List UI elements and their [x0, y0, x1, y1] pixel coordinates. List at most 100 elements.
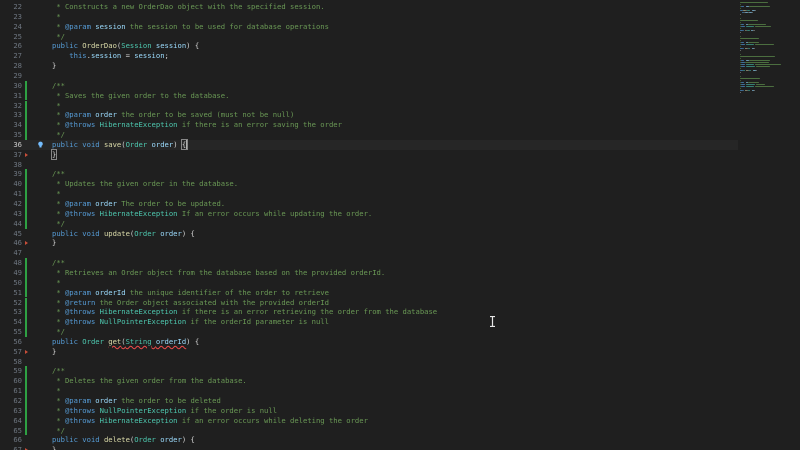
- modified-line-indicator[interactable]: [25, 100, 27, 111]
- code-text[interactable]: * Retrieves an Order object from the dat…: [52, 268, 385, 278]
- code-text[interactable]: */: [52, 130, 65, 140]
- code-line[interactable]: 64 * @throws HibernateException if an er…: [0, 415, 738, 426]
- code-line[interactable]: 66 public void delete(Order order) {: [0, 435, 738, 445]
- lightbulb-icon[interactable]: [37, 141, 44, 148]
- modified-line-indicator[interactable]: [25, 287, 27, 298]
- code-text[interactable]: * @throws HibernateException If an error…: [52, 209, 372, 219]
- code-line[interactable]: 27 this.session = session;: [0, 51, 738, 61]
- code-line[interactable]: 59 /**: [0, 366, 738, 377]
- code-line[interactable]: 24 * @param session the session to be us…: [0, 22, 738, 32]
- code-line[interactable]: 25 */: [0, 32, 738, 42]
- code-line[interactable]: 51 * @param orderId the unique identifie…: [0, 287, 738, 298]
- code-line[interactable]: 39 /**: [0, 169, 738, 180]
- code-line[interactable]: 29: [0, 71, 738, 81]
- code-text[interactable]: }: [52, 238, 56, 248]
- code-text[interactable]: * Updates the given order in the databas…: [52, 179, 238, 189]
- code-text[interactable]: * Deletes the given order from the datab…: [52, 376, 246, 386]
- modified-line-indicator[interactable]: [25, 317, 27, 328]
- code-line[interactable]: 23 *: [0, 12, 738, 22]
- modified-line-indicator[interactable]: [25, 425, 27, 436]
- code-text[interactable]: * @param orderId the unique identifier o…: [52, 288, 329, 298]
- code-text[interactable]: * @throws HibernateException if there is…: [52, 120, 342, 130]
- modified-line-indicator[interactable]: [25, 366, 27, 377]
- modified-line-indicator[interactable]: [25, 120, 27, 131]
- code-line[interactable]: 65 */: [0, 425, 738, 436]
- modified-line-indicator[interactable]: [25, 189, 27, 199]
- modified-line-indicator[interactable]: [25, 327, 27, 337]
- code-text[interactable]: */: [52, 327, 65, 337]
- code-text[interactable]: /**: [52, 258, 65, 268]
- code-text[interactable]: this.session = session;: [52, 51, 169, 61]
- code-line[interactable]: 38: [0, 160, 738, 170]
- code-text[interactable]: * @param order the order to be deleted: [52, 396, 220, 406]
- code-text[interactable]: }: [52, 445, 56, 450]
- modified-line-indicator[interactable]: [25, 277, 27, 288]
- code-line[interactable]: 53 * @throws HibernateException if there…: [0, 307, 738, 318]
- code-text[interactable]: }: [52, 61, 56, 71]
- code-text[interactable]: */: [52, 426, 65, 436]
- code-line[interactable]: 44 */: [0, 218, 738, 229]
- modified-line-indicator[interactable]: [25, 297, 27, 308]
- modified-line-indicator[interactable]: [25, 80, 27, 91]
- code-line[interactable]: 28}: [0, 61, 738, 71]
- code-text[interactable]: public void save(Order order) {: [52, 138, 189, 150]
- code-line[interactable]: 41 *: [0, 189, 738, 199]
- code-text[interactable]: * @param session the session to be used …: [52, 22, 329, 32]
- code-line[interactable]: 50 *: [0, 277, 738, 288]
- deleted-line-indicator[interactable]: [25, 152, 28, 157]
- modified-line-indicator[interactable]: [25, 386, 27, 396]
- code-line[interactable]: 22 * Constructs a new OrderDao object wi…: [0, 2, 738, 12]
- code-text[interactable]: /**: [52, 366, 65, 376]
- code-line[interactable]: 37}: [0, 148, 738, 160]
- code-text[interactable]: *: [52, 12, 60, 22]
- modified-line-indicator[interactable]: [25, 258, 27, 268]
- code-line[interactable]: 45 public void update(Order order) {: [0, 229, 738, 239]
- code-line[interactable]: 60 * Deletes the given order from the da…: [0, 376, 738, 387]
- code-text[interactable]: *: [52, 386, 60, 396]
- modified-line-indicator[interactable]: [25, 130, 27, 140]
- code-line[interactable]: 61 *: [0, 386, 738, 396]
- code-text[interactable]: * @param order The order to be updated.: [52, 199, 225, 209]
- deleted-line-indicator[interactable]: [25, 241, 28, 246]
- code-line[interactable]: 36 public void save(Order order) {: [0, 138, 738, 150]
- modified-line-indicator[interactable]: [25, 218, 27, 229]
- code-text[interactable]: */: [52, 32, 65, 42]
- code-line[interactable]: 35 */: [0, 130, 738, 140]
- code-line[interactable]: 42 * @param order The order to be update…: [0, 199, 738, 209]
- code-text[interactable]: /**: [52, 81, 65, 91]
- code-line[interactable]: 26 public OrderDao(Session session) {: [0, 41, 738, 51]
- code-text[interactable]: * Saves the given order to the database.: [52, 91, 229, 101]
- code-line[interactable]: 55 */: [0, 327, 738, 337]
- code-text[interactable]: */: [52, 219, 65, 229]
- code-editor[interactable]: 22 * Constructs a new OrderDao object wi…: [0, 0, 738, 450]
- code-line[interactable]: 56 public Order get(String orderId) {: [0, 337, 738, 347]
- modified-line-indicator[interactable]: [25, 376, 27, 387]
- code-text[interactable]: * Constructs a new OrderDao object with …: [52, 2, 324, 12]
- code-text[interactable]: * @param order the order to be saved (mu…: [52, 110, 294, 120]
- code-text[interactable]: *: [52, 189, 60, 199]
- deleted-line-indicator[interactable]: [25, 349, 28, 354]
- modified-line-indicator[interactable]: [25, 208, 27, 219]
- code-line[interactable]: 54 * @throws NullPointerException if the…: [0, 317, 738, 328]
- code-line[interactable]: 31 * Saves the given order to the databa…: [0, 90, 738, 101]
- code-text[interactable]: }: [52, 347, 56, 357]
- code-line[interactable]: 46}: [0, 238, 738, 248]
- code-line[interactable]: 67}: [0, 445, 738, 450]
- code-line[interactable]: 58: [0, 357, 738, 367]
- code-line[interactable]: 32 *: [0, 100, 738, 111]
- code-text[interactable]: * @throws HibernateException if there is…: [52, 307, 437, 317]
- code-line[interactable]: 48 /**: [0, 258, 738, 268]
- code-line[interactable]: 63 * @throws NullPointerException if the…: [0, 405, 738, 416]
- code-text[interactable]: }: [50, 148, 58, 160]
- code-text[interactable]: * @throws NullPointerException if the or…: [52, 406, 277, 416]
- minimap[interactable]: [738, 0, 800, 450]
- code-line[interactable]: 52 * @return the Order object associated…: [0, 297, 738, 308]
- code-text[interactable]: *: [52, 278, 60, 288]
- code-text[interactable]: public void delete(Order order) {: [52, 435, 195, 445]
- modified-line-indicator[interactable]: [25, 90, 27, 101]
- modified-line-indicator[interactable]: [25, 110, 27, 121]
- modified-line-indicator[interactable]: [25, 199, 27, 209]
- code-text[interactable]: public Order get(String orderId) {: [52, 337, 199, 347]
- code-text[interactable]: public OrderDao(Session session) {: [52, 41, 199, 51]
- modified-line-indicator[interactable]: [25, 405, 27, 416]
